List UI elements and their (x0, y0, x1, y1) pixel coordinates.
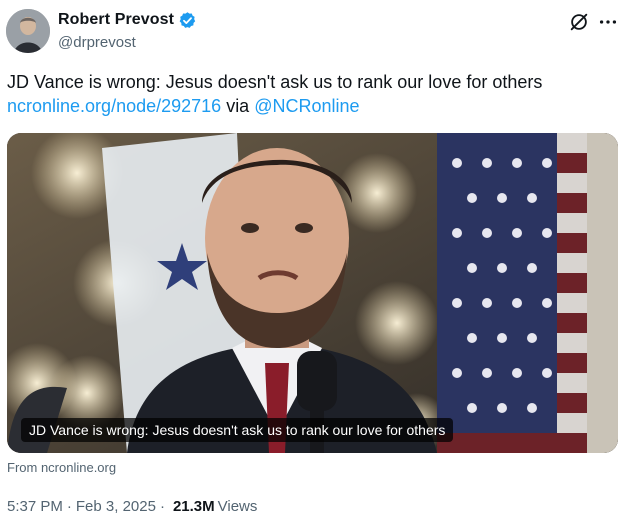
meta-separator: · (159, 498, 165, 515)
views-label: Views (217, 498, 258, 515)
tweet-header: Robert Prevost @drprevost (0, 0, 640, 64)
more-options-icon[interactable] (597, 11, 619, 33)
tweet-meta: 5:37 PM · Feb 3, 2025 · 21.3M Views (7, 498, 257, 515)
card-source[interactable]: From ncronline.org (7, 460, 116, 475)
tweet-time[interactable]: 5:37 PM (7, 498, 63, 515)
grok-icon[interactable] (568, 11, 590, 33)
tweet-date[interactable]: Feb 3, 2025 (76, 498, 156, 515)
views-count: 21.3M (172, 498, 215, 515)
via-text: via (226, 96, 250, 116)
meta-separator: · (66, 498, 72, 515)
author-handle[interactable]: @drprevost (58, 34, 197, 51)
tweet-link-line: ncronline.org/node/292716 via @NCRonline (7, 94, 627, 118)
tweet-body: JD Vance is wrong: Jesus doesn't ask us … (7, 70, 627, 118)
mention-link[interactable]: @NCRonline (254, 96, 359, 116)
verified-badge-icon (178, 11, 197, 30)
card-image (7, 133, 618, 453)
tweet-link[interactable]: ncronline.org/node/292716 (7, 96, 221, 116)
link-card[interactable]: JD Vance is wrong: Jesus doesn't ask us … (7, 133, 618, 453)
avatar[interactable] (6, 9, 50, 53)
tweet-text: JD Vance is wrong: Jesus doesn't ask us … (7, 72, 543, 92)
card-caption: JD Vance is wrong: Jesus doesn't ask us … (21, 418, 454, 442)
author-display-name[interactable]: Robert Prevost (58, 11, 174, 29)
